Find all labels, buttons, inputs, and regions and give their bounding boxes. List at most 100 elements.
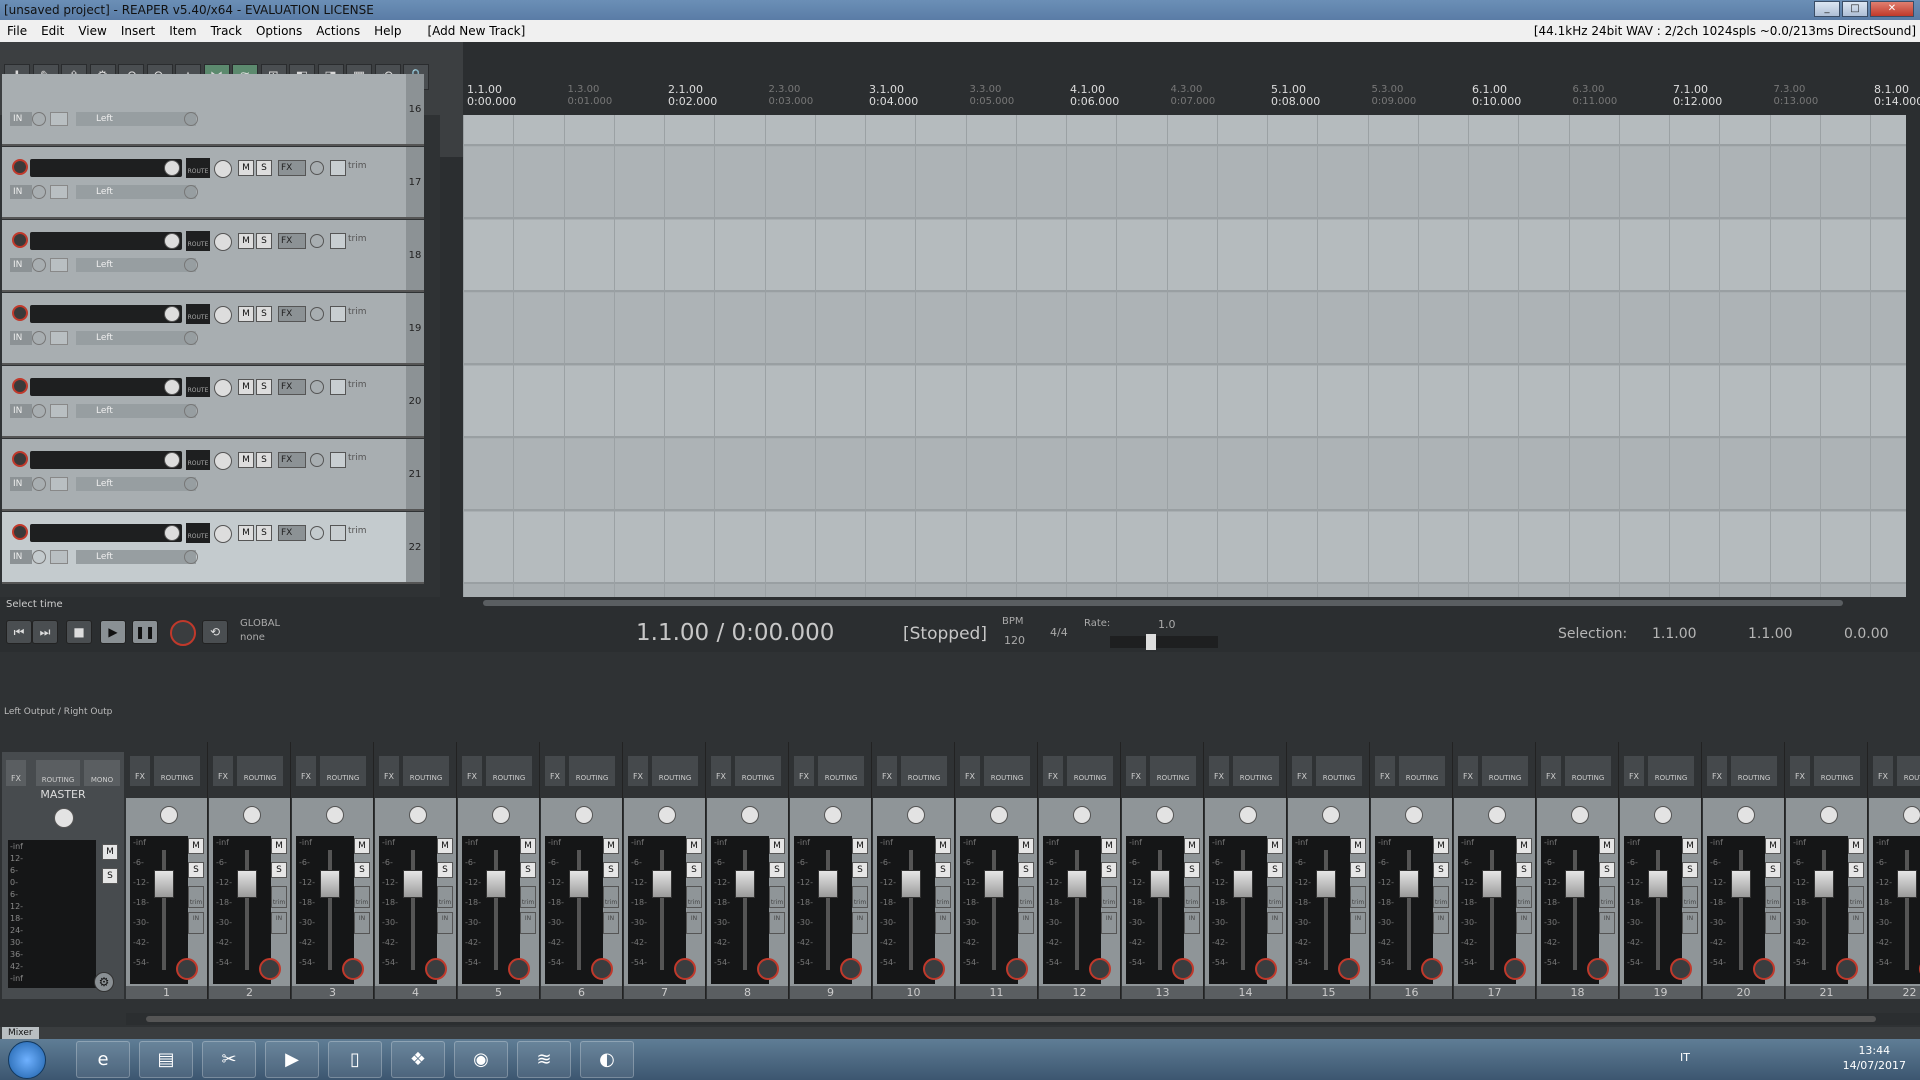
master-pan-knob[interactable] — [54, 808, 74, 828]
strip-solo-button[interactable]: S — [1018, 862, 1034, 878]
record-arm-button[interactable] — [12, 451, 28, 467]
strip-record-arm-button[interactable] — [591, 958, 613, 980]
strip-pan-knob[interactable] — [243, 806, 261, 824]
fader-handle[interactable] — [1399, 870, 1419, 898]
strip-fx-button[interactable]: FX — [296, 756, 316, 786]
strip-solo-button[interactable]: S — [271, 862, 287, 878]
fader-handle[interactable] — [486, 870, 506, 898]
chevron-down-icon[interactable] — [184, 258, 198, 272]
track-lane[interactable] — [463, 147, 1910, 219]
strip-pan-knob[interactable] — [824, 806, 842, 824]
close-button[interactable]: ✕ — [1870, 1, 1914, 17]
go-to-end-button[interactable]: ⏭ — [32, 620, 58, 644]
language-indicator[interactable]: IT — [1680, 1051, 1690, 1064]
strip-pan-knob[interactable] — [990, 806, 1008, 824]
strip-record-arm-button[interactable] — [1338, 958, 1360, 980]
envelope-icon[interactable] — [330, 452, 346, 468]
menu-item[interactable]: Item — [162, 20, 203, 42]
route-button[interactable]: ROUTE — [186, 158, 210, 178]
track-header[interactable]: ROUTE M S FX trim IN Left 21 — [2, 439, 424, 511]
strip-input-button[interactable]: IN — [437, 912, 453, 934]
strip-input-button[interactable]: IN — [1018, 912, 1034, 934]
strip-mute-button[interactable]: M — [1682, 838, 1698, 854]
strip-input-button[interactable]: IN — [1101, 912, 1117, 934]
track-lane[interactable] — [463, 439, 1910, 511]
strip-routing-button[interactable]: ROUTING — [1897, 756, 1920, 786]
strip-mute-button[interactable]: M — [686, 838, 702, 854]
strip-routing-button[interactable]: ROUTING — [1150, 756, 1196, 786]
strip-record-arm-button[interactable] — [1587, 958, 1609, 980]
ruler-mark[interactable]: 2.3.00 0:03.000 — [769, 84, 814, 108]
fx-button[interactable]: FX — [278, 306, 306, 322]
strip-solo-button[interactable]: S — [1599, 862, 1615, 878]
trim-mode-label[interactable]: trim — [348, 380, 367, 390]
arrange-view[interactable] — [463, 115, 1910, 597]
strip-trim-button[interactable]: trim — [271, 886, 287, 908]
envelope-icon[interactable] — [330, 379, 346, 395]
menu-insert[interactable]: Insert — [114, 20, 162, 42]
strip-routing-button[interactable]: ROUTING — [1233, 756, 1279, 786]
input-monitor-toggle[interactable] — [50, 550, 68, 564]
strip-mute-button[interactable]: M — [188, 838, 204, 854]
strip-mute-button[interactable]: M — [1267, 838, 1283, 854]
strip-pan-knob[interactable] — [326, 806, 344, 824]
strip-routing-button[interactable]: ROUTING — [652, 756, 698, 786]
strip-input-button[interactable]: IN — [686, 912, 702, 934]
solo-button[interactable]: S — [256, 233, 272, 249]
track-header[interactable]: IN Left 16 — [2, 74, 424, 146]
strip-record-arm-button[interactable] — [176, 958, 198, 980]
input-select[interactable]: Left — [76, 550, 196, 564]
strip-pan-knob[interactable] — [1737, 806, 1755, 824]
strip-routing-button[interactable]: ROUTING — [818, 756, 864, 786]
strip-fx-button[interactable]: FX — [1043, 756, 1063, 786]
play-button[interactable]: ▶ — [100, 620, 126, 644]
input-dropdown-icon[interactable] — [32, 258, 46, 272]
ruler-mark[interactable]: 5.1.00 0:08.000 — [1271, 84, 1320, 108]
strip-input-button[interactable]: IN — [1184, 912, 1200, 934]
menu-help[interactable]: Help — [367, 20, 408, 42]
fader-handle[interactable] — [901, 870, 921, 898]
input-monitor-button[interactable]: IN — [10, 331, 32, 345]
strip-mute-button[interactable]: M — [1184, 838, 1200, 854]
strip-pan-knob[interactable] — [1322, 806, 1340, 824]
strip-trim-button[interactable]: trim — [1350, 886, 1366, 908]
input-select[interactable]: Left — [76, 404, 196, 418]
track-volume-knob[interactable] — [164, 306, 180, 322]
strip-trim-button[interactable]: trim — [935, 886, 951, 908]
strip-record-arm-button[interactable] — [757, 958, 779, 980]
strip-mute-button[interactable]: M — [935, 838, 951, 854]
strip-fx-button[interactable]: FX — [1624, 756, 1644, 786]
strip-mute-button[interactable]: M — [1350, 838, 1366, 854]
internet-explorer-icon[interactable]: e — [76, 1041, 130, 1078]
fx-button[interactable]: FX — [278, 160, 306, 176]
tools-icon[interactable]: ✂ — [202, 1041, 256, 1078]
strip-input-button[interactable]: IN — [769, 912, 785, 934]
strip-solo-button[interactable]: S — [437, 862, 453, 878]
strip-input-button[interactable]: IN — [271, 912, 287, 934]
strip-routing-button[interactable]: ROUTING — [403, 756, 449, 786]
strip-routing-button[interactable]: ROUTING — [569, 756, 615, 786]
fx-bypass-icon[interactable] — [310, 380, 324, 394]
track-name-field[interactable] — [30, 451, 182, 469]
record-arm-button[interactable] — [12, 159, 28, 175]
strip-solo-button[interactable]: S — [354, 862, 370, 878]
strip-mute-button[interactable]: M — [1018, 838, 1034, 854]
bpm-value[interactable]: 120 — [1004, 634, 1025, 647]
strip-routing-button[interactable]: ROUTING — [735, 756, 781, 786]
strip-record-arm-button[interactable] — [342, 958, 364, 980]
strip-fx-button[interactable]: FX — [1790, 756, 1810, 786]
track-lane[interactable] — [463, 115, 1910, 146]
strip-pan-knob[interactable] — [658, 806, 676, 824]
chevron-down-icon[interactable] — [184, 331, 198, 345]
record-arm-button[interactable] — [12, 305, 28, 321]
strip-trim-button[interactable]: trim — [1848, 886, 1864, 908]
strip-pan-knob[interactable] — [1073, 806, 1091, 824]
record-arm-button[interactable] — [12, 378, 28, 394]
route-button[interactable]: ROUTE — [186, 377, 210, 397]
fader-handle[interactable] — [1233, 870, 1253, 898]
strip-solo-button[interactable]: S — [935, 862, 951, 878]
strip-fx-button[interactable]: FX — [1707, 756, 1727, 786]
mute-button[interactable]: M — [238, 160, 254, 176]
track-lane[interactable] — [463, 220, 1910, 292]
strip-fx-button[interactable]: FX — [1292, 756, 1312, 786]
